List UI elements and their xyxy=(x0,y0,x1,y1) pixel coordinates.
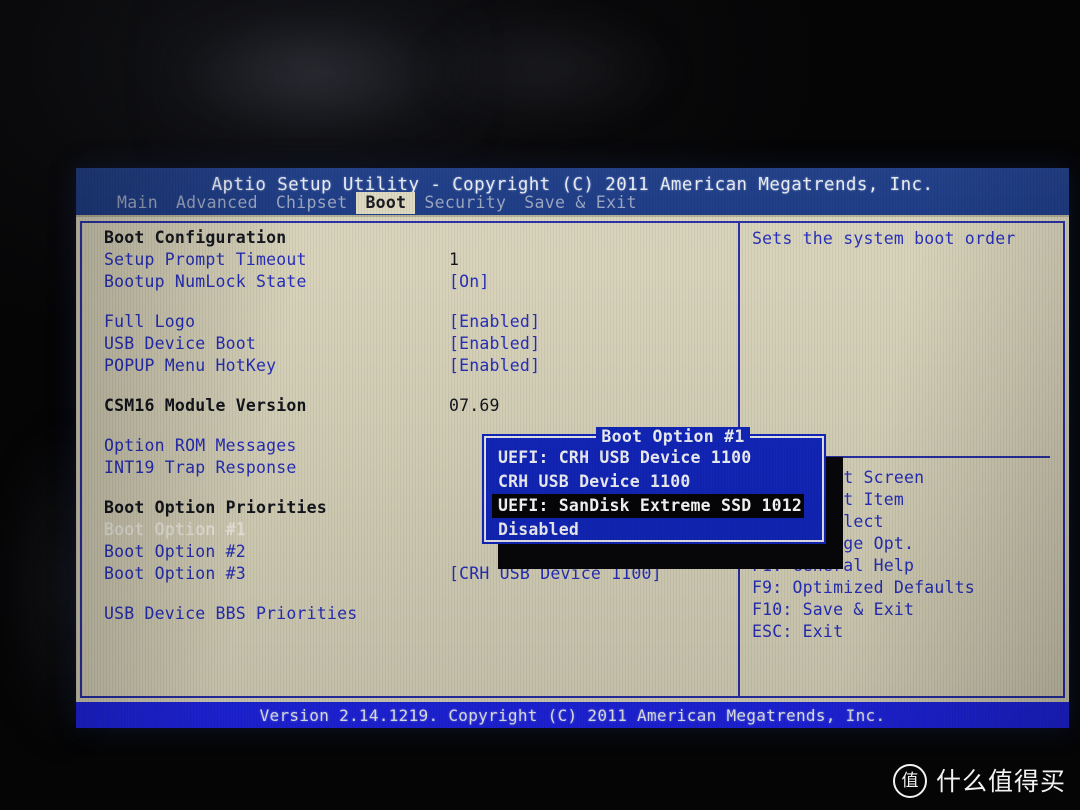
popup-title-rule-left xyxy=(493,435,590,438)
setting-label: Full Logo xyxy=(104,312,196,331)
popup-option-disabled[interactable]: Disabled xyxy=(492,518,581,542)
section-title: Boot Configuration xyxy=(104,228,287,247)
setting-row-usb-device-boot[interactable]: USB Device Boot [Enabled] xyxy=(104,333,732,355)
key-legend-exit: ESC: Exit xyxy=(752,622,844,641)
setting-label: CSM16 Module Version xyxy=(104,396,307,415)
submenu-label: USB Device BBS Priorities xyxy=(104,604,358,623)
setting-label: Bootup NumLock State xyxy=(104,272,307,291)
setting-row-popup-menu-hotkey[interactable]: POPUP Menu HotKey [Enabled] xyxy=(104,355,732,377)
section-header-boot-configuration: Boot Configuration xyxy=(104,227,732,249)
boot-option-label: Boot Option #3 xyxy=(104,564,246,583)
setting-label: POPUP Menu HotKey xyxy=(104,356,277,375)
setting-row-csm16-module-version: CSM16 Module Version 07.69 xyxy=(104,395,732,417)
setting-value: 07.69 xyxy=(449,396,500,415)
popup-option-list: UEFI: CRH USB Device 1100 CRH USB Device… xyxy=(492,446,816,542)
popup-row: UEFI: SanDisk Extreme SSD 1012 xyxy=(492,494,816,518)
boot-option-label: Boot Option #1 xyxy=(104,520,246,539)
submenu-usb-device-bbs-priorities[interactable]: USB Device BBS Priorities xyxy=(104,603,732,625)
popup-option-uefi-sandisk-ssd[interactable]: UEFI: SanDisk Extreme SSD 1012 xyxy=(492,494,805,518)
section-title: Boot Option Priorities xyxy=(104,498,327,517)
tab-chipset[interactable]: Chipset xyxy=(267,192,357,214)
tab-boot[interactable]: Boot xyxy=(356,192,416,214)
popup-row: UEFI: CRH USB Device 1100 xyxy=(492,446,816,470)
key-legend-optimized-defaults: F9: Optimized Defaults xyxy=(752,578,975,597)
setting-value[interactable]: [Enabled] xyxy=(449,357,540,375)
setting-row-full-logo[interactable]: Full Logo [Enabled] xyxy=(104,311,732,333)
tab-advanced[interactable]: Advanced xyxy=(167,192,267,214)
tab-security[interactable]: Security xyxy=(415,192,515,214)
boot-option-label: Boot Option #2 xyxy=(104,542,246,561)
setting-value[interactable]: [On] xyxy=(449,273,490,291)
setting-label: INT19 Trap Response xyxy=(104,458,297,477)
version-text: Version 2.14.1219. Copyright (C) 2011 Am… xyxy=(259,705,886,725)
tab-main[interactable]: Main xyxy=(108,192,167,214)
popup-option-crh-usb[interactable]: CRH USB Device 1100 xyxy=(492,470,693,494)
setting-label: Option ROM Messages xyxy=(104,436,297,455)
setting-value[interactable]: [Enabled] xyxy=(449,313,540,331)
popup-title-rule-right xyxy=(756,435,815,438)
setting-label: USB Device Boot xyxy=(104,334,257,353)
setting-label: Setup Prompt Timeout xyxy=(104,250,307,269)
help-description: Sets the system boot order xyxy=(752,229,1016,248)
tab-save-exit[interactable]: Save & Exit xyxy=(515,192,646,214)
setting-row-bootup-numlock-state[interactable]: Bootup NumLock State [On] xyxy=(104,271,732,293)
popup-title: Boot Option #1 xyxy=(596,427,750,446)
popup-option-uefi-crh-usb[interactable]: UEFI: CRH USB Device 1100 xyxy=(492,446,753,470)
bios-footer: Version 2.14.1219. Copyright (C) 2011 Am… xyxy=(76,702,1069,728)
popup-title-bar: Boot Option #1 xyxy=(486,427,822,446)
watermark-text: 什么值得买 xyxy=(935,766,1066,796)
bios-header: Aptio Setup Utility - Copyright (C) 2011… xyxy=(76,168,1069,215)
watermark: 值 什么值得买 xyxy=(892,764,1066,798)
setting-value[interactable]: 1 xyxy=(449,251,459,269)
boot-option-popup[interactable]: Boot Option #1 UEFI: CRH USB Device 1100… xyxy=(484,427,824,542)
popup-row: CRH USB Device 1100 xyxy=(492,470,816,494)
popup-row: Disabled xyxy=(492,518,816,542)
setting-value[interactable]: [Enabled] xyxy=(449,335,540,353)
setting-row-setup-prompt-timeout[interactable]: Setup Prompt Timeout 1 xyxy=(104,249,732,271)
background-glare-top-right xyxy=(420,10,680,130)
bios-screen: Aptio Setup Utility - Copyright (C) 2011… xyxy=(76,168,1069,728)
key-legend-save-exit: F10: Save & Exit xyxy=(752,600,915,619)
bios-body: Boot Configuration Setup Prompt Timeout … xyxy=(76,215,1069,702)
watermark-logo-icon: 值 xyxy=(892,764,927,798)
menu-bar: Main Advanced Chipset Boot Security Save… xyxy=(108,192,646,214)
